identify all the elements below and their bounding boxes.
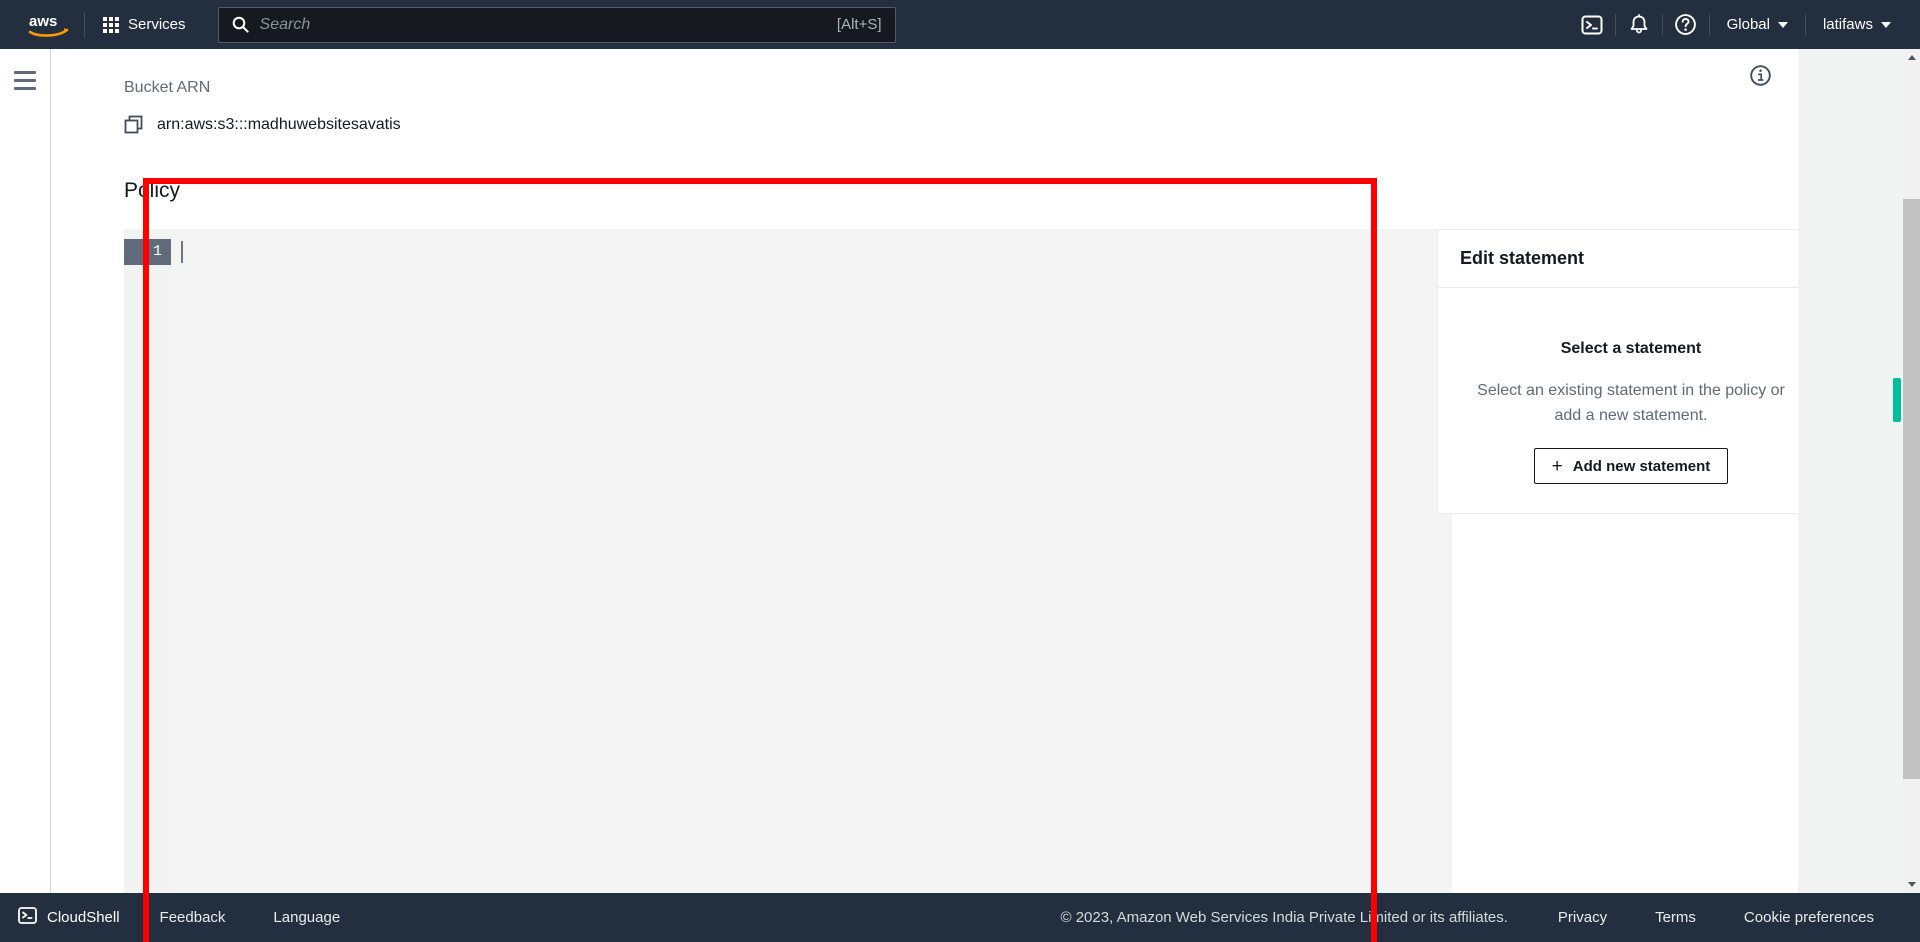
footer-cloudshell-label: CloudShell — [47, 909, 120, 926]
region-label: Global — [1726, 16, 1770, 33]
left-navigation-rail — [0, 49, 51, 893]
text-cursor — [181, 241, 183, 263]
search-shortcut-hint: [Alt+S] — [836, 16, 882, 33]
top-navigation-bar: aws Services Search [Alt+S] Global latif… — [0, 0, 1920, 49]
edit-statement-title: Edit statement — [1460, 248, 1585, 268]
copy-icon[interactable] — [124, 115, 143, 134]
right-page-gutter — [1798, 49, 1920, 893]
cloudshell-icon — [18, 906, 37, 930]
svg-text:aws: aws — [29, 13, 57, 30]
chevron-down-icon — [1881, 21, 1891, 28]
aws-logo[interactable]: aws — [18, 12, 80, 38]
scroll-up-arrow-icon[interactable] — [1903, 49, 1920, 66]
help-circle-icon[interactable] — [1663, 0, 1709, 49]
search-icon — [232, 16, 249, 33]
services-menu-button[interactable]: Services — [89, 0, 200, 49]
bucket-arn-value: arn:aws:s3:::madhuwebsitesavatis — [157, 115, 401, 133]
editor-line-number: 1 — [124, 239, 171, 265]
footer-privacy-link[interactable]: Privacy — [1534, 893, 1631, 942]
bucket-arn-label: Bucket ARN — [124, 79, 211, 96]
footer-feedback-link[interactable]: Feedback — [136, 893, 250, 942]
cloudshell-icon[interactable] — [1569, 0, 1615, 49]
top-nav-right-group: Global latifaws — [1569, 0, 1920, 49]
page-scrollbar-track[interactable] — [1903, 49, 1920, 893]
account-menu[interactable]: latifaws — [1806, 0, 1908, 49]
add-new-statement-button[interactable]: + Add new statement — [1533, 448, 1729, 484]
bucket-arn-row: arn:aws:s3:::madhuwebsitesavatis — [124, 115, 401, 134]
account-label: latifaws — [1822, 16, 1873, 33]
grid-icon — [103, 16, 119, 33]
footer-copyright: © 2023, Amazon Web Services India Privat… — [1060, 909, 1508, 926]
services-label: Services — [128, 16, 186, 33]
footer-cookie-preferences-link[interactable]: Cookie preferences — [1720, 893, 1898, 942]
scroll-position-marker — [1893, 378, 1901, 422]
policy-editor[interactable]: 1 — [124, 229, 1452, 893]
editor-line-number-gutter: 1 — [124, 229, 171, 893]
footer-left-group: CloudShell Feedback Language — [0, 893, 364, 942]
edit-statement-body: Select a statement Select an existing st… — [1438, 288, 1798, 484]
footer-cloudshell-button[interactable]: CloudShell — [0, 893, 136, 942]
info-circle-icon[interactable] — [1746, 61, 1774, 89]
region-selector[interactable]: Global — [1710, 0, 1805, 49]
aws-logo-icon: aws — [28, 13, 69, 37]
nav-divider — [84, 11, 85, 38]
plus-icon: + — [1551, 455, 1563, 477]
footer-language-link[interactable]: Language — [249, 893, 364, 942]
search-placeholder: Search — [259, 15, 311, 33]
footer-bar: CloudShell Feedback Language © 2023, Ama… — [0, 893, 1920, 942]
bell-icon[interactable] — [1616, 0, 1662, 49]
hamburger-menu-icon[interactable] — [14, 71, 36, 90]
main-content-area: Bucket ARN arn:aws:s3:::madhuwebsitesava… — [52, 49, 1798, 893]
empty-state-title: Select a statement — [1560, 340, 1702, 357]
add-new-statement-label: Add new statement — [1572, 457, 1711, 475]
footer-terms-link[interactable]: Terms — [1631, 893, 1720, 942]
edit-statement-header: Edit statement — [1438, 230, 1798, 288]
policy-editor-textarea[interactable] — [171, 229, 1452, 893]
page-scrollbar-thumb[interactable] — [1903, 199, 1920, 779]
edit-statement-panel: Edit statement Select a statement Select… — [1437, 229, 1798, 514]
scroll-down-arrow-icon[interactable] — [1903, 876, 1920, 893]
chevron-down-icon — [1777, 21, 1788, 28]
empty-state-description: Select an existing statement in the poli… — [1477, 382, 1785, 424]
global-search-box[interactable]: Search [Alt+S] — [217, 6, 896, 43]
footer-right-group: © 2023, Amazon Web Services India Privat… — [1061, 893, 1920, 942]
page-title: Policy — [124, 179, 181, 202]
